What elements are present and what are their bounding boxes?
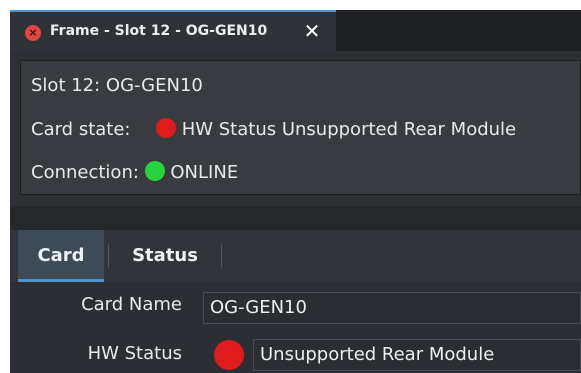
card-state-row: Card state: HW Status Unsupported Rear M… [31, 118, 516, 140]
close-icon[interactable]: × [25, 25, 41, 41]
card-state-value: HW Status Unsupported Rear Module [181, 119, 517, 140]
connection-row: Connection: ONLINE [31, 161, 238, 183]
connection-label: Connection: [31, 162, 139, 183]
card-state-red-icon [155, 118, 176, 138]
frame-window: × Frame - Slot 12 - OG-GEN10 ✕ Slot 12: … [10, 10, 581, 373]
slot-title: Slot 12: OG-GEN10 [31, 75, 203, 96]
tab-card[interactable]: Card [18, 230, 104, 282]
window-tab-bar: × Frame - Slot 12 - OG-GEN10 ✕ [10, 10, 581, 51]
tab-close-icon[interactable]: ✕ [302, 20, 322, 42]
window-tab-title: Frame - Slot 12 - OG-GEN10 [50, 23, 268, 39]
card-tab-bar: Card Status [10, 230, 581, 283]
section-divider [10, 206, 581, 230]
card-content: Card Name OG-GEN10 HW Status Unsupported… [10, 282, 581, 373]
hw-status-label: HW Status [87, 343, 182, 364]
card-name-label: Card Name [81, 294, 182, 315]
tab-status[interactable]: Status [122, 230, 208, 282]
card-info-panel: Slot 12: OG-GEN10 Card state: HW Status … [20, 60, 581, 195]
connection-green-icon [144, 161, 165, 181]
window-tab[interactable]: × Frame - Slot 12 - OG-GEN10 ✕ [10, 10, 336, 51]
hw-status-red-icon [214, 340, 244, 370]
tab-separator [221, 244, 222, 268]
tab-separator [108, 244, 109, 268]
connection-value: ONLINE [170, 162, 239, 183]
card-state-label: Card state: [31, 119, 131, 140]
card-name-field[interactable]: OG-GEN10 [203, 292, 581, 324]
hw-status-field: Unsupported Rear Module [253, 339, 581, 371]
